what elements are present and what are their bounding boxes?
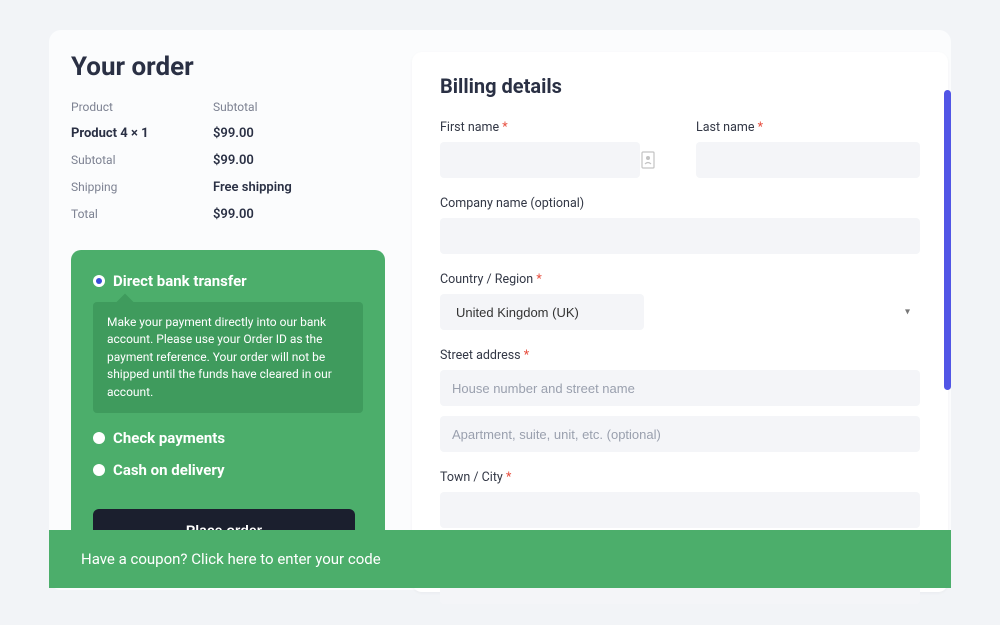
last-name-input[interactable] — [696, 142, 920, 178]
label-text: Street address — [440, 348, 521, 363]
order-shipping-row: Shipping Free shipping — [71, 174, 411, 201]
radio-icon — [93, 464, 105, 476]
company-group: Company name (optional) — [440, 196, 920, 254]
label-text: Last name — [696, 120, 754, 135]
payment-description: Make your payment directly into our bank… — [93, 302, 363, 413]
first-name-label: First name * — [440, 120, 664, 135]
product-price: $99.00 — [213, 126, 254, 141]
city-group: Town / City * — [440, 470, 920, 528]
payment-option-label: Check payments — [113, 429, 225, 447]
last-name-label: Last name * — [696, 120, 920, 135]
coupon-banner[interactable]: Have a coupon? Click here to enter your … — [49, 530, 951, 588]
order-subtotal-row: Subtotal $99.00 — [71, 147, 411, 174]
radio-icon — [93, 275, 105, 287]
order-title: Your order — [71, 52, 411, 82]
country-group: Country / Region * ▾ — [440, 272, 920, 330]
scrollbar[interactable] — [944, 90, 951, 390]
label-text: Country / Region — [440, 272, 533, 287]
order-product-row: Product 4 × 1 $99.00 — [71, 120, 411, 147]
payment-methods-box: Direct bank transfer Make your payment d… — [71, 250, 385, 577]
payment-option-check[interactable]: Check payments — [93, 429, 363, 447]
last-name-group: Last name * — [696, 120, 920, 178]
subtotal-value: $99.00 — [213, 153, 254, 168]
chevron-down-icon: ▾ — [905, 307, 910, 318]
label-text: First name — [440, 120, 499, 135]
shipping-value: Free shipping — [213, 180, 292, 195]
payment-option-bank[interactable]: Direct bank transfer — [93, 272, 363, 290]
label-text: Town / City — [440, 470, 503, 485]
shipping-label: Shipping — [71, 180, 213, 195]
billing-title: Billing details — [440, 74, 920, 98]
first-name-group: First name * — [440, 120, 664, 178]
city-input[interactable] — [440, 492, 920, 528]
country-label: Country / Region * — [440, 272, 920, 287]
required-asterisk: * — [758, 120, 763, 135]
order-header-row: Product Subtotal — [71, 94, 411, 120]
product-name: Product 4 × 1 — [71, 126, 213, 141]
required-asterisk: * — [524, 348, 529, 363]
city-label: Town / City * — [440, 470, 920, 485]
radio-icon — [93, 432, 105, 444]
contacts-icon — [640, 150, 656, 170]
first-name-input[interactable] — [440, 142, 640, 178]
company-input[interactable] — [440, 218, 920, 254]
street-input-2[interactable] — [440, 416, 920, 452]
required-asterisk: * — [506, 470, 511, 485]
street2-group — [440, 416, 920, 452]
checkout-card: Your order Product Subtotal Product 4 × … — [49, 30, 951, 590]
total-value: $99.00 — [213, 207, 254, 222]
payment-option-label: Direct bank transfer — [113, 272, 247, 290]
order-table: Product Subtotal Product 4 × 1 $99.00 Su… — [71, 94, 411, 228]
header-product: Product — [71, 100, 213, 114]
required-asterisk: * — [536, 272, 541, 287]
required-asterisk: * — [502, 120, 507, 135]
payment-option-cod[interactable]: Cash on delivery — [93, 461, 363, 479]
billing-form-column: Billing details First name * Last name * — [412, 52, 948, 592]
subtotal-label: Subtotal — [71, 153, 213, 168]
company-label: Company name (optional) — [440, 196, 920, 211]
street-input-1[interactable] — [440, 370, 920, 406]
order-summary-column: Your order Product Subtotal Product 4 × … — [71, 52, 411, 577]
country-select[interactable] — [440, 294, 644, 330]
total-label: Total — [71, 207, 213, 222]
coupon-text: Have a coupon? Click here to enter your … — [81, 550, 381, 568]
header-subtotal: Subtotal — [213, 100, 258, 114]
street-label: Street address * — [440, 348, 920, 363]
order-total-row: Total $99.00 — [71, 201, 411, 228]
payment-option-label: Cash on delivery — [113, 461, 225, 479]
street-group: Street address * — [440, 348, 920, 406]
